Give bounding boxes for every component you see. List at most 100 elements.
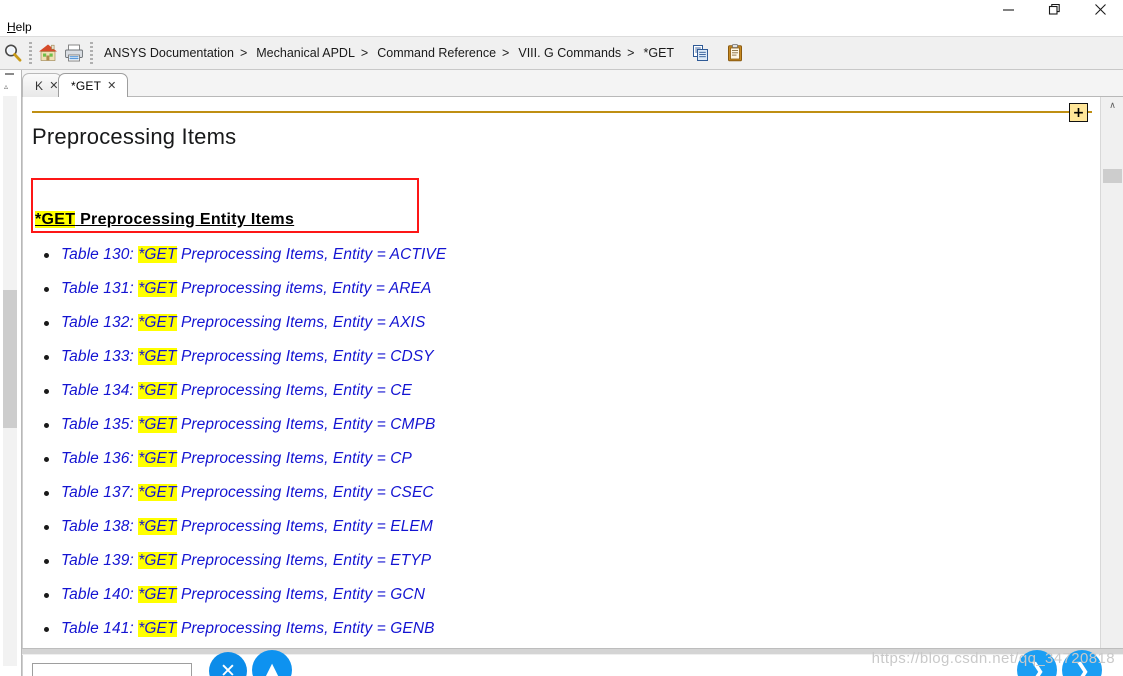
breadcrumb-item-3[interactable]: VIII. G Commands: [516, 46, 623, 60]
left-rail-tick: [5, 73, 14, 75]
list-item: Table 136: *GET Preprocessing Items, Ent…: [31, 442, 1071, 476]
expand-button[interactable]: +: [1069, 103, 1088, 122]
table-link-136[interactable]: Table 136: *GET Preprocessing Items, Ent…: [61, 450, 412, 468]
left-rail-up-arrow-icon[interactable]: ▵: [4, 82, 8, 91]
clipboard-icon[interactable]: [722, 40, 748, 66]
breadcrumb-item-4[interactable]: *GET: [641, 46, 676, 60]
table-link-135-rest: Preprocessing Items, Entity = CMPB: [176, 416, 436, 433]
table-link-140[interactable]: Table 140: *GET Preprocessing Items, Ent…: [61, 586, 425, 604]
tab-get[interactable]: *GET ✕: [58, 73, 128, 97]
breadcrumb-separator-2: >: [502, 46, 510, 60]
breadcrumb-separator-0: >: [239, 46, 248, 60]
list-item: Table 134: *GET Preprocessing Items, Ent…: [31, 374, 1071, 408]
tab-k-label: K: [35, 78, 44, 93]
toolbar-grip-1[interactable]: [29, 42, 32, 64]
menu-help-mnemonic: H: [7, 20, 16, 34]
tab-k[interactable]: K ✕: [22, 73, 62, 97]
table-link-141-rest: Preprocessing Items, Entity = GENB: [176, 620, 435, 637]
table-link-131-rest: Preprocessing items, Entity = AREA: [176, 280, 432, 297]
list-item: Table 138: *GET Preprocessing Items, Ent…: [31, 510, 1071, 544]
section-heading-rest: Preprocessing Entity Items: [75, 211, 295, 228]
table-link-132-highlight: *GET: [138, 314, 177, 331]
table-link-141-highlight: *GET: [138, 620, 177, 637]
restore-icon[interactable]: [1031, 0, 1077, 18]
menu-help-rest: elp: [15, 20, 32, 34]
title-bar: [0, 0, 1123, 18]
left-navigation-rail: ▵: [0, 70, 22, 676]
tab-strip: K ✕ *GET ✕: [0, 70, 1123, 97]
table-link-136-rest: Preprocessing Items, Entity = CP: [176, 450, 412, 467]
toolbar: ANSYS Documentation > Mechanical APDL > …: [0, 37, 1123, 70]
print-icon[interactable]: [61, 40, 87, 66]
table-link-132-rest: Preprocessing Items, Entity = AXIS: [176, 314, 426, 331]
table-link-132[interactable]: Table 132: *GET Preprocessing Items, Ent…: [61, 314, 425, 332]
list-item: Table 131: *GET Preprocessing items, Ent…: [31, 272, 1071, 306]
breadcrumb-separator-3: >: [627, 46, 635, 60]
table-link-133[interactable]: Table 133: *GET Preprocessing Items, Ent…: [61, 348, 434, 366]
menu-item-help[interactable]: Help: [4, 19, 35, 35]
table-link-130-prefix: Table 130:: [61, 246, 139, 263]
list-item: Table 137: *GET Preprocessing Items, Ent…: [31, 476, 1071, 510]
tab-get-label: *GET: [71, 78, 102, 93]
breadcrumb-item-2[interactable]: Command Reference: [375, 46, 498, 60]
table-link-131-prefix: Table 131:: [61, 280, 139, 297]
left-rail-scrollbar-thumb[interactable]: [3, 290, 17, 428]
minimize-icon[interactable]: [985, 0, 1031, 18]
table-link-140-prefix: Table 140:: [61, 586, 139, 603]
table-link-139-highlight: *GET: [138, 552, 177, 569]
highlight-annotation-box: *GET Preprocessing Entity Items: [31, 178, 419, 233]
menu-bar: Help: [0, 18, 1123, 37]
table-link-130-highlight: *GET: [138, 246, 177, 263]
table-link-130-rest: Preprocessing Items, Entity = ACTIVE: [176, 246, 447, 263]
breadcrumb: ANSYS Documentation > Mechanical APDL > …: [102, 40, 676, 66]
table-link-140-rest: Preprocessing Items, Entity = GCN: [176, 586, 426, 603]
breadcrumb-item-1[interactable]: Mechanical APDL: [254, 46, 357, 60]
bottom-search-input[interactable]: [32, 663, 192, 676]
table-link-134-highlight: *GET: [138, 382, 177, 399]
scroll-up-arrow-icon[interactable]: ∧: [1101, 97, 1123, 114]
table-link-138-rest: Preprocessing Items, Entity = ELEM: [176, 518, 433, 535]
page-title: Preprocessing Items: [32, 124, 237, 149]
table-link-131[interactable]: Table 131: *GET Preprocessing items, Ent…: [61, 280, 431, 298]
table-link-134[interactable]: Table 134: *GET Preprocessing Items, Ent…: [61, 382, 412, 400]
table-link-138-highlight: *GET: [138, 518, 177, 535]
section-heading: *GET Preprocessing Entity Items: [35, 211, 294, 229]
close-icon[interactable]: [1077, 0, 1123, 18]
table-link-141[interactable]: Table 141: *GET Preprocessing Items, Ent…: [61, 620, 435, 638]
table-link-134-prefix: Table 134:: [61, 382, 139, 399]
table-link-135-prefix: Table 135:: [61, 416, 139, 433]
table-link-131-highlight: *GET: [138, 280, 177, 297]
table-link-139-rest: Preprocessing Items, Entity = ETYP: [176, 552, 432, 569]
table-link-138-prefix: Table 138:: [61, 518, 139, 535]
breadcrumb-separator-1: >: [360, 46, 369, 60]
scrollbar-thumb[interactable]: [1103, 169, 1122, 183]
application-window: Help ANSYS Documentation > Mechanical AP…: [0, 0, 1123, 676]
table-link-133-rest: Preprocessing Items, Entity = CDSY: [176, 348, 434, 365]
table-link-132-prefix: Table 132:: [61, 314, 139, 331]
breadcrumb-item-0[interactable]: ANSYS Documentation: [102, 46, 236, 60]
table-link-140-highlight: *GET: [138, 586, 177, 603]
table-link-141-prefix: Table 141:: [61, 620, 139, 637]
table-link-139-prefix: Table 139:: [61, 552, 139, 569]
table-link-139[interactable]: Table 139: *GET Preprocessing Items, Ent…: [61, 552, 431, 570]
toolbar-grip-2[interactable]: [90, 42, 93, 64]
table-link-137-rest: Preprocessing Items, Entity = CSEC: [176, 484, 434, 501]
list-item: Table 133: *GET Preprocessing Items, Ent…: [31, 340, 1071, 374]
search-icon[interactable]: [0, 40, 26, 66]
list-item: Table 140: *GET Preprocessing Items, Ent…: [31, 578, 1071, 612]
window-controls: [985, 0, 1123, 18]
table-link-136-prefix: Table 136:: [61, 450, 139, 467]
table-link-138[interactable]: Table 138: *GET Preprocessing Items, Ent…: [61, 518, 433, 536]
table-link-134-rest: Preprocessing Items, Entity = CE: [176, 382, 412, 399]
copy-icon[interactable]: [688, 40, 714, 66]
table-link-136-highlight: *GET: [138, 450, 177, 467]
table-link-130[interactable]: Table 130: *GET Preprocessing Items, Ent…: [61, 246, 446, 264]
list-item: Table 132: *GET Preprocessing Items, Ent…: [31, 306, 1071, 340]
list-item: Table 135: *GET Preprocessing Items, Ent…: [31, 408, 1071, 442]
content-scrollbar[interactable]: ∧: [1100, 97, 1123, 648]
home-icon[interactable]: [35, 40, 61, 66]
table-link-137[interactable]: Table 137: *GET Preprocessing Items, Ent…: [61, 484, 434, 502]
tab-get-close-icon[interactable]: ✕: [107, 79, 116, 92]
table-link-135[interactable]: Table 135: *GET Preprocessing Items, Ent…: [61, 416, 435, 434]
document-content: + Preprocessing Items *GET Preprocessing…: [22, 97, 1100, 648]
